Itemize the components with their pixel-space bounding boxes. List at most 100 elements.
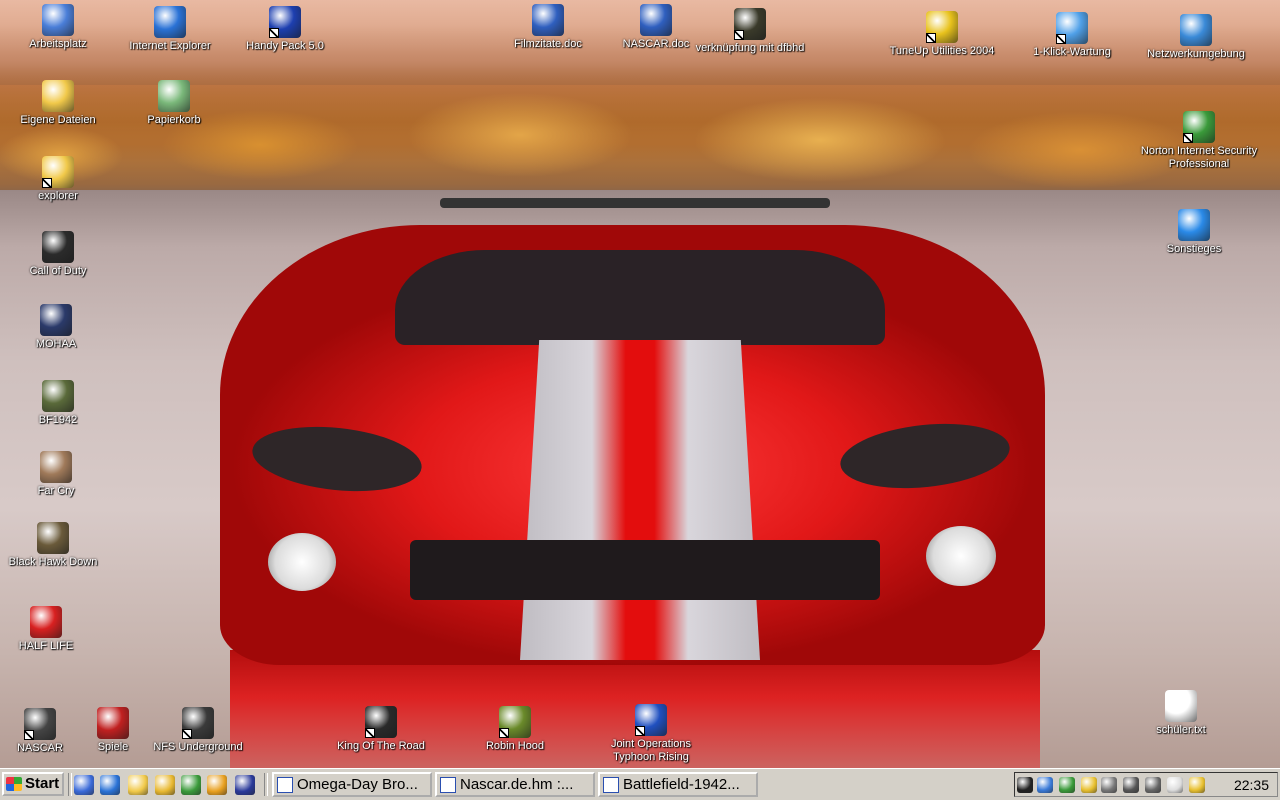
desktop-icon-filmzitate-doc[interactable]: Filmzitate.doc [500, 4, 596, 51]
folder-icon [42, 80, 74, 112]
tray-globe-icon[interactable] [1059, 777, 1075, 793]
desktop-icon-black-hawk-down[interactable]: Black Hawk Down [4, 522, 102, 569]
explorer-folder-icon [42, 156, 74, 188]
mohaa-emblem-icon [40, 304, 72, 336]
tray-speaker-icon[interactable] [1101, 777, 1117, 793]
word-document-icon [532, 4, 564, 36]
desktop-icon-label: NFS Underground [153, 741, 243, 753]
tray-cursor-icon[interactable] [1167, 777, 1183, 793]
desktop-icon-label: Papierkorb [147, 114, 201, 126]
desktop-icon-far-cry[interactable]: Far Cry [8, 451, 104, 498]
desktop-icon-label: MOHAA [35, 338, 77, 350]
taskbar-window-label: Omega-Day Bro... [297, 775, 418, 793]
desktop-icon-label: TuneUp Utilities 2004 [889, 45, 995, 57]
desktop-icon-label: King Of The Road [337, 740, 425, 752]
tray-phone-icon[interactable] [1145, 777, 1161, 793]
desktop-icon-label: Handy Pack 5.0 [246, 40, 324, 52]
mobile-phone-icon [269, 6, 301, 38]
folder-icon[interactable] [155, 775, 175, 795]
taskbar-window-battlefield[interactable]: Battlefield-1942... [598, 772, 758, 797]
desktop-icon-label: verknüpfung mit dfbhd [695, 42, 805, 54]
desktop-icon-label: Arbeitsplatz [29, 38, 87, 50]
outlook-icon[interactable] [128, 775, 148, 795]
tire-icon [24, 708, 56, 740]
desktop-icon-sonstieges[interactable]: Sonstieges [1146, 209, 1242, 256]
desktop-icon-call-of-duty[interactable]: Call of Duty [10, 231, 106, 278]
desktop-icon-papierkorb[interactable]: Papierkorb [126, 80, 222, 127]
desktop-icon-verknuepfung-dfbhd[interactable]: verknüpfung mit dfbhd [688, 8, 812, 55]
taskbar-window-nascar[interactable]: Nascar.de.hm :... [435, 772, 595, 797]
call-of-duty-icon [42, 231, 74, 263]
desktop-icon-label: schüler.txt [1156, 724, 1206, 736]
internet-explorer-icon[interactable] [100, 775, 120, 795]
desktop-icon-mohaa[interactable]: MOHAA [8, 304, 104, 351]
desktop-icon-bf1942[interactable]: BF1942 [10, 380, 106, 427]
system-tray: 22:35 [1014, 772, 1278, 797]
soldier-icon [734, 8, 766, 40]
text-file-icon [1165, 690, 1197, 722]
maintenance-icon [1056, 12, 1088, 44]
media-player-icon[interactable] [207, 775, 227, 795]
tray-cat-icon[interactable] [1017, 777, 1033, 793]
show-desktop-icon[interactable] [74, 775, 94, 795]
desktop-icon-schueler-txt[interactable]: schüler.txt [1133, 690, 1229, 737]
desktop-icon-king-of-the-road[interactable]: King Of The Road [333, 706, 429, 753]
browser-window-icon [277, 776, 293, 793]
desktop-icon-netzwerkumgebung[interactable]: Netzwerkumgebung [1136, 14, 1256, 61]
desktop-icon-tuneup-utilities[interactable]: TuneUp Utilities 2004 [884, 11, 1000, 58]
desktop-icon-label: Call of Duty [29, 265, 87, 277]
battlefield-tank-icon [42, 380, 74, 412]
desktop-icon-joint-operations[interactable]: Joint Operations Typhoon Rising [603, 704, 699, 764]
computer-icon [42, 4, 74, 36]
tray-connection-icon[interactable] [1123, 777, 1139, 793]
crest-icon [97, 707, 129, 739]
far-cry-face-icon [40, 451, 72, 483]
tray-norton-icon[interactable] [1189, 777, 1205, 793]
taskbar-window-label: Battlefield-1942... [623, 775, 740, 793]
desktop-icon-label: 1-Klick-Wartung [1033, 46, 1111, 58]
globe-icon[interactable] [181, 775, 201, 795]
recycle-bin-icon [158, 80, 190, 112]
desktop-icon-label: Spiele [97, 741, 129, 753]
desktop-icon-nfs-underground[interactable]: NFS Underground [150, 707, 246, 754]
desktop-icon-eigene-dateien[interactable]: Eigene Dateien [10, 80, 106, 127]
tray-network-icon[interactable] [1037, 777, 1053, 793]
floppy-disk-icon[interactable] [235, 775, 255, 795]
desktop-icon-label: Eigene Dateien [20, 114, 96, 126]
desktop-icon-arbeitsplatz[interactable]: Arbeitsplatz [10, 4, 106, 51]
desktop-icon-label: Netzwerkumgebung [1147, 48, 1245, 60]
desktop-icon-handy-pack[interactable]: Handy Pack 5.0 [237, 6, 333, 53]
desktop-icon-label: BF1942 [38, 414, 78, 426]
start-label: Start [25, 775, 60, 792]
desktop-icon-norton-internet-security[interactable]: Norton Internet Security Professional [1140, 111, 1258, 171]
king-of-the-road-icon [365, 706, 397, 738]
network-icon [1180, 14, 1212, 46]
desktop-icon-1-klick-wartung[interactable]: 1-Klick-Wartung [1024, 12, 1120, 59]
half-life-lambda-icon [30, 606, 62, 638]
joint-operations-icon [635, 704, 667, 736]
internet-explorer-icon [154, 6, 186, 38]
desktop[interactable]: Arbeitsplatz Internet Explorer Handy Pac… [0, 0, 1280, 768]
desktop-icon-robin-hood[interactable]: Robin Hood [467, 706, 563, 753]
desktop-icon-internet-explorer[interactable]: Internet Explorer [122, 6, 218, 53]
desktop-icon-label: Robin Hood [485, 740, 545, 752]
tray-app-icon[interactable] [1081, 777, 1097, 793]
desktop-icon-half-life[interactable]: HALF LIFE [0, 606, 94, 653]
desktop-icon-label: HALF LIFE [18, 640, 74, 652]
desktop-icon-label: Sonstieges [1166, 243, 1222, 255]
norton-globe-icon [1183, 111, 1215, 143]
desktop-icon-spiele[interactable]: Spiele [65, 707, 161, 754]
taskbar-window-label: Nascar.de.hm :... [460, 775, 574, 793]
taskbar-separator [264, 773, 268, 796]
browser-window-icon [440, 776, 456, 793]
start-button[interactable]: Start [2, 772, 64, 796]
black-hawk-soldier-icon [37, 522, 69, 554]
taskbar-window-omega-day[interactable]: Omega-Day Bro... [272, 772, 432, 797]
robin-hood-icon [499, 706, 531, 738]
butterfly-icon [1178, 209, 1210, 241]
windows-logo-icon [6, 777, 22, 791]
desktop-icon-label: Joint Operations Typhoon Rising [610, 738, 692, 763]
desktop-icon-label: Black Hawk Down [8, 556, 98, 568]
desktop-icon-explorer[interactable]: explorer [10, 156, 106, 203]
clock[interactable]: 22:35 [1234, 777, 1269, 793]
